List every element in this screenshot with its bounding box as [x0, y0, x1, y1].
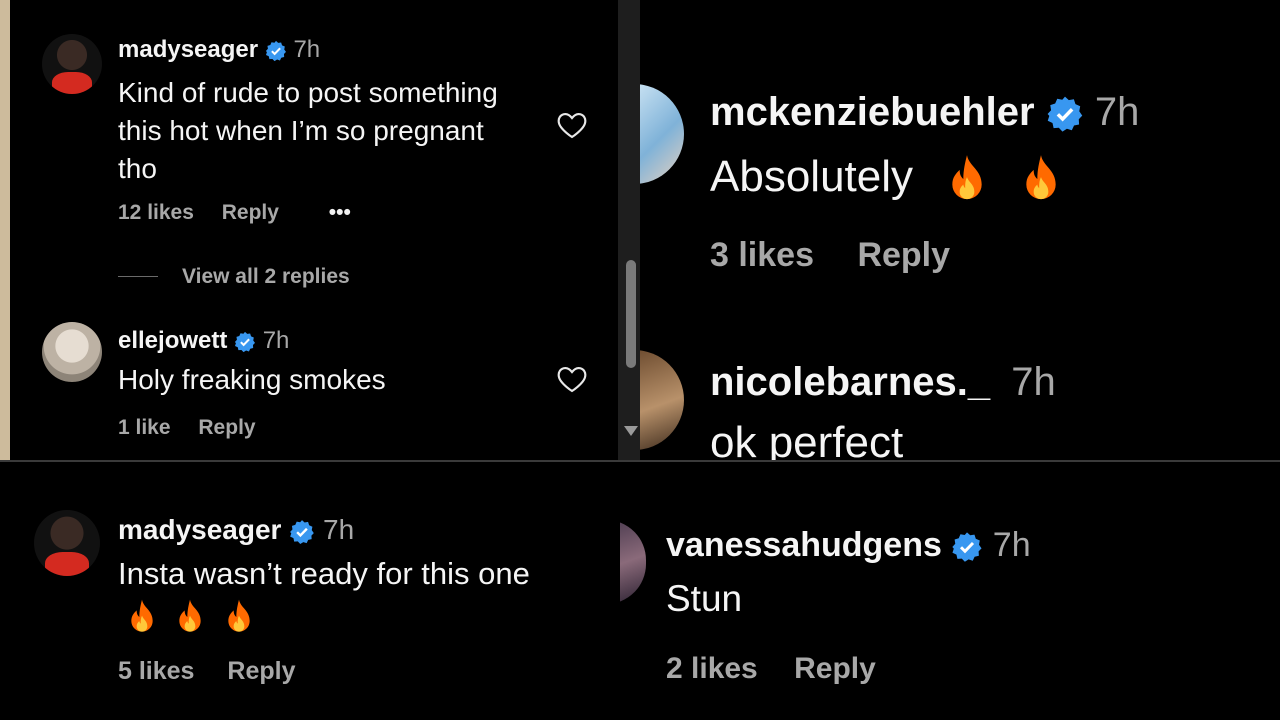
verified-badge-icon: [234, 331, 256, 352]
avatar-vanessahudgens[interactable]: [620, 520, 646, 604]
fire-icon: [179, 599, 202, 632]
view-replies-button[interactable]: View all 2 replies: [182, 265, 350, 289]
comment-time: 7h: [293, 36, 321, 63]
comment-meta: 3 likes Reply: [710, 236, 972, 275]
comment-panel-2: @ ... @ ... mckenziebuehler 7h Absolutel…: [640, 0, 1280, 460]
comment-meta: 2 likes Reply: [666, 652, 898, 686]
reply-button[interactable]: Reply: [857, 236, 950, 274]
verified-badge-icon: [952, 532, 982, 562]
comment-text: Stun: [666, 578, 743, 619]
avatar-madyseager[interactable]: [42, 34, 102, 94]
scroll-down-arrow-icon[interactable]: [624, 426, 638, 436]
comment-text: Kind of rude to post something this hot …: [118, 74, 498, 188]
replies-divider: [118, 276, 158, 277]
comment-panel-3: madyseager 7h Insta wasn’t ready for thi…: [0, 462, 620, 720]
likes-count[interactable]: 5 likes: [118, 657, 194, 685]
likes-count[interactable]: 2 likes: [666, 652, 758, 685]
avatar-ellejowett[interactable]: [42, 322, 102, 382]
comment-time: 7h: [262, 327, 290, 354]
reply-button[interactable]: Reply: [794, 652, 876, 685]
avatar-mckenziebuehler[interactable]: [640, 84, 684, 184]
more-options-button[interactable]: •••: [329, 201, 351, 224]
comment-username[interactable]: vanessahudgens 7h: [666, 526, 1031, 565]
verified-badge-icon: [265, 40, 286, 61]
comment-time: 7h: [1094, 90, 1140, 134]
like-heart-icon[interactable]: [556, 110, 588, 140]
comment-text: Holy freaking smokes: [118, 364, 386, 395]
scrollbar-thumb[interactable]: [626, 260, 636, 368]
comment-text: Insta wasn’t ready for this one: [118, 556, 530, 591]
verified-badge-icon: [290, 519, 315, 544]
comment-meta: 5 likes Reply: [118, 657, 318, 686]
scrollbar-track[interactable]: [618, 0, 640, 460]
reply-button[interactable]: Reply: [227, 657, 295, 685]
likes-count[interactable]: 1 like: [118, 416, 171, 439]
emoji-row: [126, 598, 255, 636]
comment-meta: 1 like Reply: [118, 416, 278, 440]
reply-button[interactable]: Reply: [198, 416, 255, 439]
comment-text-line: this hot when I’m so pregnant: [118, 115, 484, 146]
avatar-nicolebarnes[interactable]: [640, 350, 684, 450]
fire-icon: [952, 155, 982, 200]
comment-time: 7h: [323, 514, 355, 545]
fire-icon: [131, 599, 153, 632]
comment-meta: 12 likes Reply •••: [118, 201, 373, 225]
comment-username[interactable]: madyseager 7h: [118, 514, 354, 546]
avatar-clothing: [52, 72, 92, 94]
avatar-clothing: [45, 552, 89, 576]
comment-panel-4: vanessahudgens 7h Stun 2 likes Reply: [620, 462, 1280, 720]
comment-username[interactable]: nicolebarnes._ 7h: [710, 360, 1056, 405]
comment-text: Absolutely: [710, 152, 1063, 205]
comment-username[interactable]: ellejowett 7h: [118, 327, 289, 355]
comment-panel-1: madyseager 7h Kind of rude to post somet…: [0, 0, 640, 460]
comment-text: ok perfect: [710, 418, 904, 460]
comment-time: 7h: [1011, 360, 1056, 404]
verified-badge-icon: [1047, 97, 1082, 133]
likes-count[interactable]: 12 likes: [118, 201, 194, 224]
fire-icon: [228, 599, 250, 632]
like-heart-icon[interactable]: [556, 364, 588, 394]
comment-text-line: tho: [118, 153, 157, 184]
comment-username[interactable]: madyseager 7h: [118, 36, 320, 64]
background-edge: [0, 0, 10, 460]
reply-button[interactable]: Reply: [222, 201, 279, 224]
likes-count[interactable]: 3 likes: [710, 236, 814, 274]
avatar-madyseager[interactable]: [34, 510, 100, 576]
comment-text-line: Kind of rude to post something: [118, 77, 498, 108]
comment-time: 7h: [992, 526, 1031, 564]
comment-username[interactable]: mckenziebuehler 7h: [710, 90, 1139, 135]
fire-icon: [1026, 155, 1057, 200]
